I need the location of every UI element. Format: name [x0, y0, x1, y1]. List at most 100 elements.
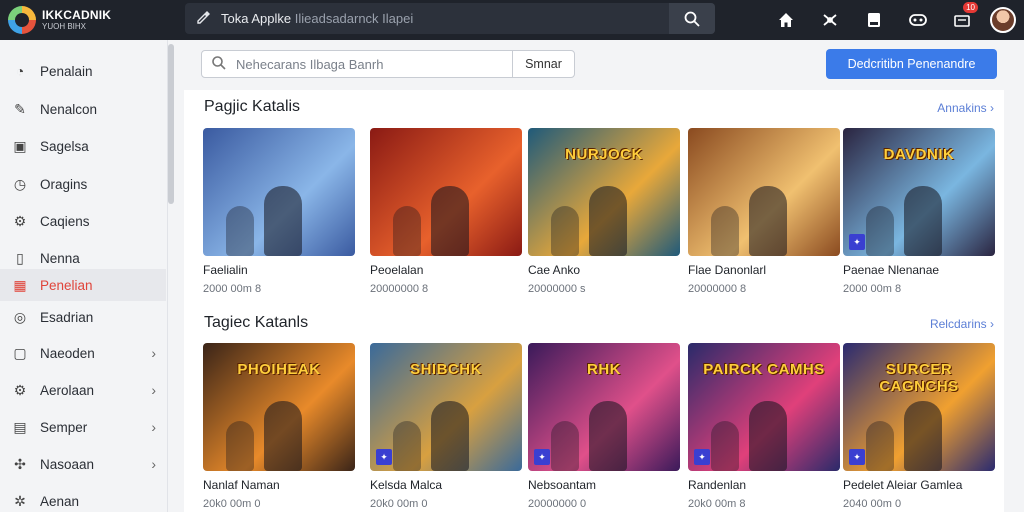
game-thumbnail[interactable]: DAVDNIK ✦	[843, 128, 995, 256]
game-title[interactable]: Cae Anko	[528, 263, 680, 277]
notifications-icon[interactable]: 10	[940, 0, 984, 40]
game-card[interactable]: SURCER CAGNCHS ✦ Pedelet Aleiar Gamlea 2040…	[843, 343, 995, 510]
sidebar-item-caqiens[interactable]: ⚙ Caqiens	[0, 205, 166, 237]
game-thumbnail[interactable]: SURCER CAGNCHS ✦	[843, 343, 995, 471]
sidebar-item-label: Penalain	[40, 63, 93, 79]
section-see-all-link[interactable]: Relcdarins ›	[930, 317, 994, 331]
puzzle-icon: ✣	[14, 455, 26, 472]
sidebar-item-label: Aenan	[40, 493, 80, 509]
platform-badge-icon: ✦	[376, 449, 392, 465]
game-thumbnail[interactable]: SHIBCHK ✦	[370, 343, 522, 471]
sidebar-item-aerolaan[interactable]: ⚙ Aerolaan ›	[0, 374, 166, 406]
game-thumbnail[interactable]	[370, 128, 522, 256]
library-icon[interactable]	[852, 0, 896, 40]
sidebar-item-naeoden[interactable]: ▢ Naeoden ›	[0, 337, 166, 369]
content-scrollbar[interactable]	[1004, 90, 1014, 512]
sidebar-item-label: Oragins	[40, 176, 88, 192]
calendar-icon: ▣	[13, 137, 27, 154]
catalog-search-placeholder: Nehecarans Ilbaga Banrh	[236, 56, 384, 72]
game-thumbnail[interactable]	[203, 128, 355, 256]
list-icon: ▤	[13, 418, 27, 435]
game-card[interactable]: PAIRCK CAMHS ✦ Randenlan 20k0 00m 8	[688, 343, 840, 510]
game-card[interactable]: Peoelalan 20000000 8	[370, 128, 522, 295]
app-logo[interactable]: IKKCADNIK YUOH BIHX	[8, 4, 148, 36]
game-title[interactable]: Kelsda Malca	[370, 478, 522, 492]
logo-title: IKKCADNIK	[42, 8, 112, 22]
chevron-right-icon: ›	[151, 345, 156, 361]
character-silhouette	[710, 206, 739, 256]
game-card[interactable]: Faelialin 2000 00m 8	[203, 128, 355, 295]
game-thumbnail[interactable]: NURJOCK	[528, 128, 680, 256]
character-silhouette	[550, 421, 579, 471]
filter-bar: Nehecarans Ilbaga Banrh Smnar Dedcritibn…	[184, 40, 1014, 90]
global-search-text: Toka Applke Ilieadsadarnck Ilapei	[221, 11, 413, 26]
sidebar-item-nenalcon[interactable]: ✎ Nenalcon	[0, 93, 166, 125]
home-icon[interactable]	[764, 0, 808, 40]
shuffle-icon[interactable]	[808, 0, 852, 40]
primary-action-button[interactable]: Dedcritibn Penenandre	[826, 49, 997, 79]
character-silhouette	[263, 401, 302, 471]
grid-icon: ▦	[13, 276, 27, 293]
character-silhouette	[430, 186, 469, 256]
chevron-right-icon: ›	[151, 456, 156, 472]
gear-icon: ⚙	[13, 381, 27, 398]
game-card[interactable]: Flae Danonlarl 20000000 8	[688, 128, 840, 295]
settings-icon: ⚙	[13, 212, 27, 229]
logo-mark-icon	[8, 6, 36, 34]
game-meta: 20k0 00m 0	[203, 498, 261, 510]
game-logo-text: PAIRCK CAMHS	[703, 360, 825, 378]
game-meta: 2000 00m 8	[843, 283, 902, 295]
sidebar-item-label: Esadrian	[40, 309, 94, 325]
global-search-button[interactable]	[669, 3, 715, 34]
game-card[interactable]: DAVDNIK ✦ Paenae Nlenanae 2000 00m 8	[843, 128, 995, 295]
sidebar-item-semper[interactable]: ▤ Semper ›	[0, 411, 166, 443]
game-card[interactable]: NURJOCK Cae Anko 20000000 s	[528, 128, 680, 295]
character-silhouette	[748, 401, 787, 471]
dashboard-icon: ◔	[15, 63, 25, 79]
gamepad-icon[interactable]	[896, 0, 940, 40]
game-thumbnail[interactable]: PAIRCK CAMHS ✦	[688, 343, 840, 471]
sidebar-item-label: Naeoden	[40, 345, 95, 361]
cog-icon: ✲	[14, 492, 26, 509]
sidebar-item-esadrian[interactable]: ◎ Esadrian	[0, 301, 166, 333]
sidebar-item-nasoaan[interactable]: ✣ Nasoaan ›	[0, 448, 166, 480]
character-silhouette	[903, 401, 942, 471]
game-title[interactable]: Nebsoantam	[528, 478, 680, 492]
game-title[interactable]: Randenlan	[688, 478, 840, 492]
character-silhouette	[392, 206, 421, 256]
game-meta: 2000 00m 8	[203, 283, 262, 295]
sidebar-item-oragins[interactable]: ◷ Oragins	[0, 168, 166, 200]
sidebar-item-label: Aerolaan	[40, 382, 95, 398]
sidebar-item-penalain[interactable]: ◔ Penalain	[0, 55, 166, 87]
top-bar: IKKCADNIK YUOH BIHX Toka Applke Ilieadsa…	[0, 0, 1024, 40]
game-card[interactable]: PHOIHEAK Nanlaf Naman 20k0 00m 0	[203, 343, 355, 510]
sidebar-item-label: Nenna	[40, 250, 80, 266]
game-title[interactable]: Peoelalan	[370, 263, 522, 277]
sidebar-item-sagelsa[interactable]: ▣ Sagelsa	[0, 130, 166, 162]
game-title[interactable]: Faelialin	[203, 263, 355, 277]
character-silhouette	[865, 206, 894, 256]
platform-badge-icon: ✦	[534, 449, 550, 465]
game-card[interactable]: RHK ✦ Nebsoantam 20000000 0	[528, 343, 680, 510]
game-thumbnail[interactable]: RHK ✦	[528, 343, 680, 471]
sidebar-scrollbar[interactable]	[168, 44, 174, 204]
game-title[interactable]: Pedelet Aleiar Gamlea	[843, 478, 995, 492]
character-silhouette	[710, 421, 739, 471]
catalog-search-button[interactable]: Smnar	[512, 50, 575, 78]
catalog-content: Pagjic Katalis Annakins › Faelialin 2000 00…	[184, 90, 1014, 512]
global-search-field[interactable]: Toka Applke Ilieadsadarnck Ilapei	[185, 3, 715, 34]
game-logo-text: RHK	[587, 360, 621, 378]
section-see-all-link[interactable]: Annakins ›	[937, 101, 994, 115]
sidebar-item-penelian[interactable]: ▦ Penelian	[0, 269, 166, 301]
game-card[interactable]: SHIBCHK ✦ Kelsda Malca 20k0 00m 0	[370, 343, 522, 510]
game-thumbnail[interactable]	[688, 128, 840, 256]
section-title: Pagjic Katalis	[204, 98, 301, 115]
game-title[interactable]: Flae Danonlarl	[688, 263, 840, 277]
avatar[interactable]	[990, 7, 1016, 33]
catalog-search-input[interactable]: Nehecarans Ilbaga Banrh	[201, 50, 513, 78]
game-title[interactable]: Paenae Nlenanae	[843, 263, 995, 277]
game-thumbnail[interactable]: PHOIHEAK	[203, 343, 355, 471]
sidebar-item-aenan[interactable]: ✲ Aenan	[0, 485, 166, 512]
pencil-icon: ✎	[14, 100, 26, 117]
game-title[interactable]: Nanlaf Naman	[203, 478, 355, 492]
